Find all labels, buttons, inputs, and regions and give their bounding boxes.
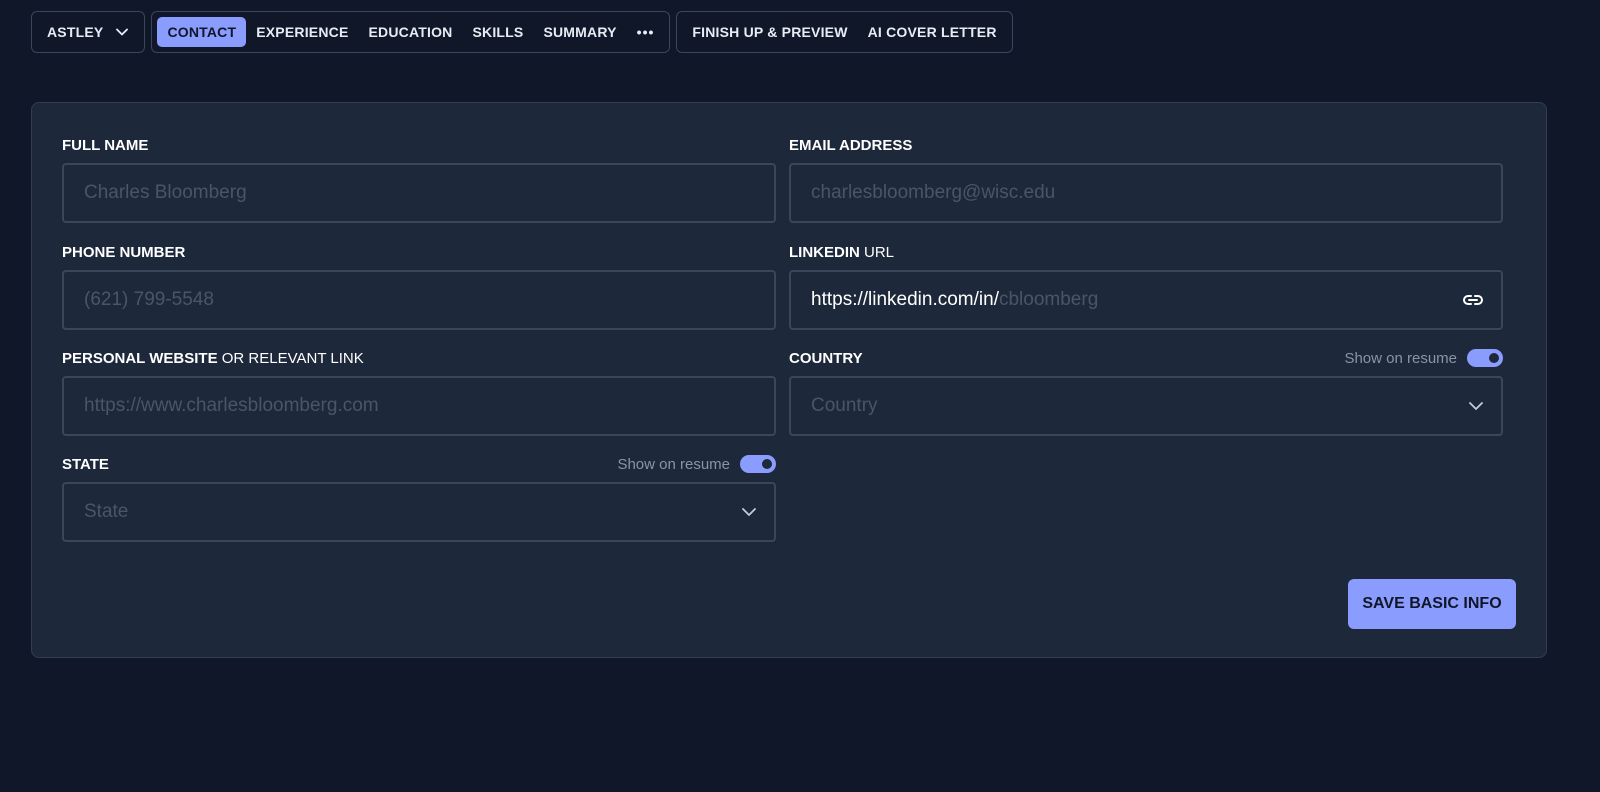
section-tabs: CONTACT EXPERIENCE EDUCATION SKILLS SUMM…	[151, 11, 671, 53]
finish-group: FINISH UP & PREVIEW AI COVER LETTER	[676, 11, 1013, 53]
linkedin-field: LINKEDIN URL https://linkedin.com/in/cbl…	[789, 242, 1503, 330]
state-select[interactable]: State	[62, 482, 776, 542]
linkedin-input[interactable]: https://linkedin.com/in/cbloomberg	[789, 270, 1503, 330]
linkedin-placeholder: cbloomberg	[998, 289, 1099, 310]
tab-contact[interactable]: CONTACT	[157, 17, 247, 47]
more-tabs-button[interactable]: •••	[627, 17, 665, 47]
profile-name: ASTLEY	[47, 24, 104, 40]
email-input[interactable]: charlesbloomberg@wisc.edu	[789, 163, 1503, 223]
tab-finish-preview[interactable]: FINISH UP & PREVIEW	[682, 17, 857, 47]
profile-group: ASTLEY	[31, 11, 146, 53]
tab-ai-cover-letter[interactable]: AI COVER LETTER	[858, 17, 1007, 47]
full-name-input[interactable]: Charles Bloomberg	[62, 163, 776, 223]
country-label: COUNTRY	[789, 349, 863, 367]
linkedin-label-normal: URL	[859, 243, 895, 261]
link-icon	[1461, 288, 1485, 312]
contact-form-panel: FULL NAME Charles Bloomberg EMAIL ADDRES…	[31, 102, 1547, 658]
country-show-toggle[interactable]	[1467, 349, 1503, 367]
full-name-field: FULL NAME Charles Bloomberg	[62, 135, 776, 223]
tab-experience[interactable]: EXPERIENCE	[246, 17, 358, 47]
state-toggle-label: Show on resume	[617, 455, 730, 473]
tab-skills[interactable]: SKILLS	[462, 17, 533, 47]
website-label-normal: OR RELEVANT LINK	[217, 349, 364, 367]
website-placeholder: https://www.charlesbloomberg.com	[84, 395, 379, 416]
country-toggle-label: Show on resume	[1344, 349, 1457, 367]
phone-label: PHONE NUMBER	[62, 243, 186, 261]
country-field: COUNTRY Show on resume Country	[789, 348, 1503, 436]
phone-placeholder: (621) 799-5548	[84, 289, 214, 310]
state-show-toggle[interactable]	[740, 455, 776, 473]
website-field: PERSONAL WEBSITE OR RELEVANT LINK https:…	[62, 348, 776, 436]
state-placeholder: State	[84, 501, 129, 522]
email-label: EMAIL ADDRESS	[789, 136, 913, 154]
full-name-label: FULL NAME	[62, 136, 149, 154]
save-basic-info-button[interactable]: SAVE BASIC INFO	[1348, 579, 1516, 629]
linkedin-label-bold: LINKEDIN	[789, 243, 860, 261]
email-placeholder: charlesbloomberg@wisc.edu	[811, 182, 1056, 203]
phone-field: PHONE NUMBER (621) 799-5548	[62, 242, 776, 330]
country-placeholder: Country	[811, 395, 878, 416]
country-select[interactable]: Country	[789, 376, 1503, 436]
profile-dropdown[interactable]: ASTLEY	[37, 17, 139, 47]
email-field: EMAIL ADDRESS charlesbloomberg@wisc.edu	[789, 135, 1503, 223]
tab-education[interactable]: EDUCATION	[358, 17, 462, 47]
website-input[interactable]: https://www.charlesbloomberg.com	[62, 376, 776, 436]
linkedin-prefix: https://linkedin.com/in/	[811, 289, 999, 310]
chevron-down-icon	[1467, 397, 1485, 415]
website-label-bold: PERSONAL WEBSITE	[62, 349, 218, 367]
state-label: STATE	[62, 455, 109, 473]
state-field: STATE Show on resume State	[62, 454, 776, 542]
full-name-placeholder: Charles Bloomberg	[84, 182, 247, 203]
phone-input[interactable]: (621) 799-5548	[62, 270, 776, 330]
tab-summary[interactable]: SUMMARY	[533, 17, 626, 47]
chevron-down-icon	[115, 25, 129, 39]
chevron-down-icon	[740, 503, 758, 521]
top-navigation: ASTLEY CONTACT EXPERIENCE EDUCATION SKIL…	[31, 11, 1013, 53]
